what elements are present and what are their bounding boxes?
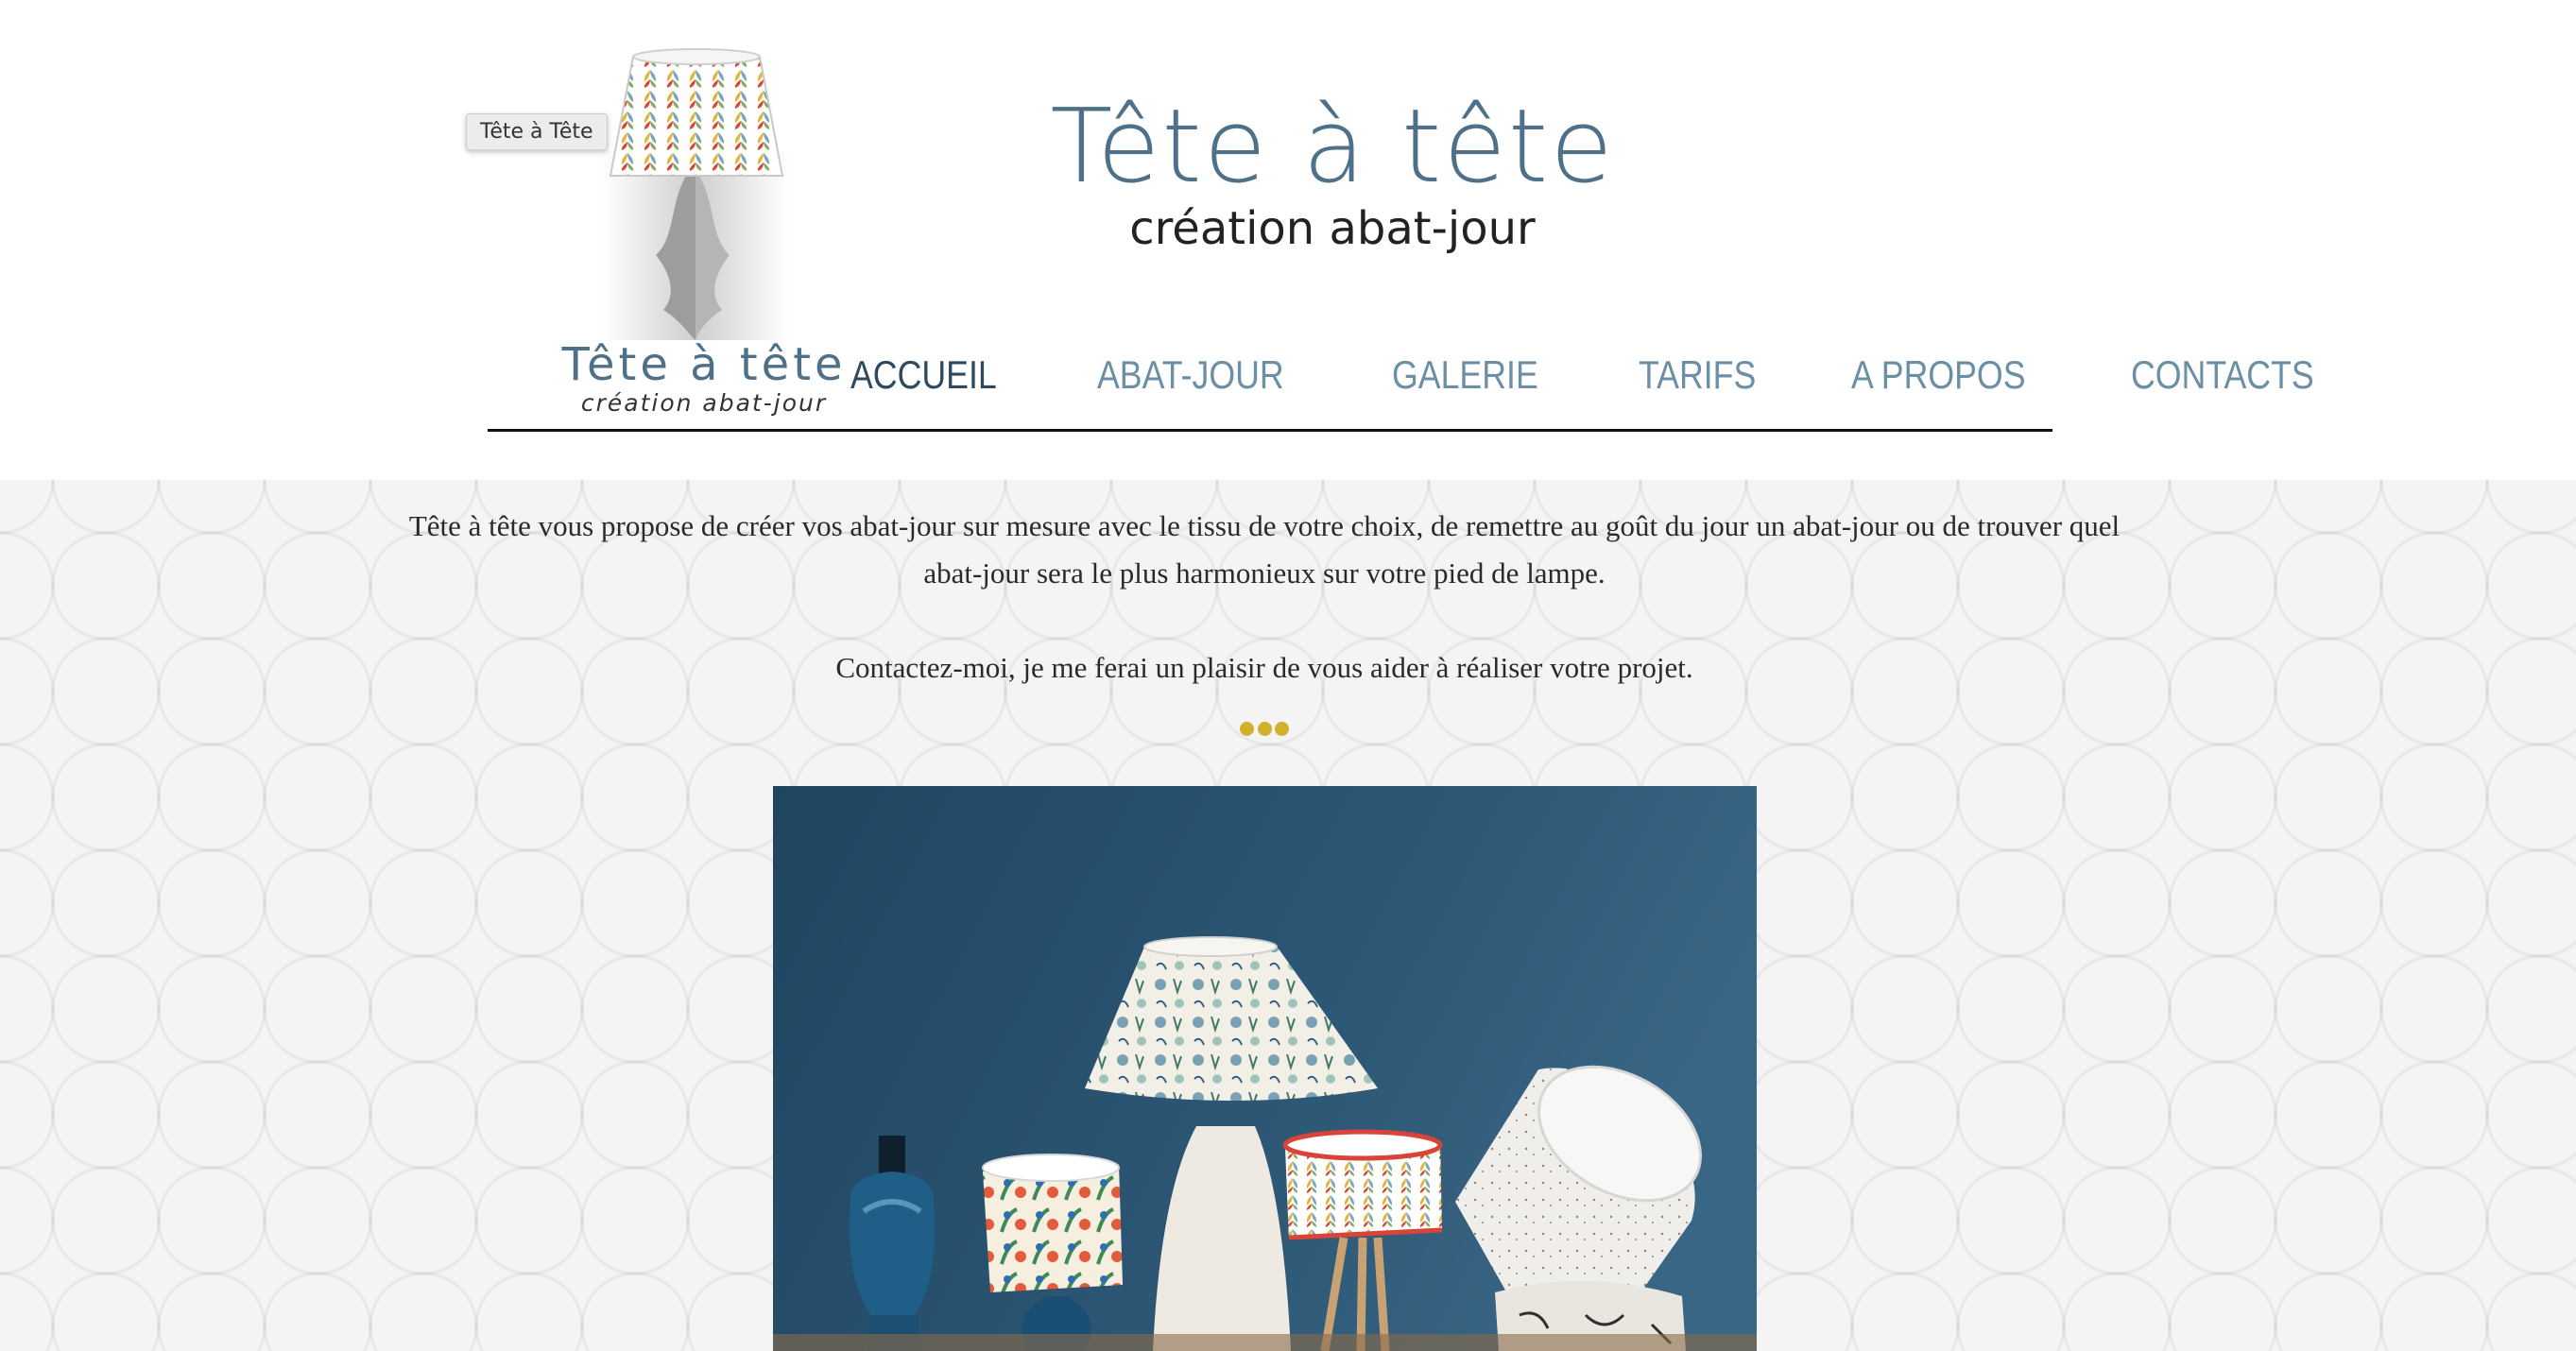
dot bbox=[1240, 722, 1254, 736]
contact-invite-text: Contactez-moi, je me ferai un plaisir de… bbox=[835, 651, 1693, 684]
nav-divider bbox=[488, 429, 2052, 432]
dot bbox=[1257, 722, 1272, 736]
dot bbox=[1275, 722, 1289, 736]
intro-text: Tête à tête vous propose de créer vos ab… bbox=[408, 509, 2121, 590]
main-content: Tête à tête vous propose de créer vos ab… bbox=[0, 480, 2576, 1351]
site-title: Tête à tête bbox=[1050, 88, 1615, 206]
nav-item-galerie[interactable]: GALERIE bbox=[1392, 352, 1538, 398]
nav-item-a-propos[interactable]: A PROPOS bbox=[1851, 352, 2026, 398]
logo-caption-subtitle: création abat-jour bbox=[580, 389, 828, 417]
lampshades-photo[interactable] bbox=[773, 786, 1757, 1351]
main-nav: ACCUEIL ABAT-JOUR GALERIE TARIFS A PROPO… bbox=[850, 344, 2421, 406]
separator-dots-icon bbox=[1240, 722, 1289, 737]
page: Tête à tête création abat-jour Tête à Tê… bbox=[0, 0, 2576, 1351]
logo-tooltip: Tête à Tête bbox=[466, 113, 608, 150]
site-header: Tête à tête création abat-jour Tête à Tê… bbox=[0, 0, 2576, 480]
nav-item-abat-jour[interactable]: ABAT-JOUR bbox=[1097, 352, 1284, 398]
nav-item-contacts[interactable]: CONTACTS bbox=[2131, 352, 2314, 398]
site-subtitle: création abat-jour bbox=[1129, 202, 1536, 255]
logo-caption-title: Tête à tête bbox=[561, 338, 847, 391]
nav-item-accueil[interactable]: ACCUEIL bbox=[850, 352, 997, 398]
nav-item-tarifs[interactable]: TARIFS bbox=[1639, 352, 1756, 398]
